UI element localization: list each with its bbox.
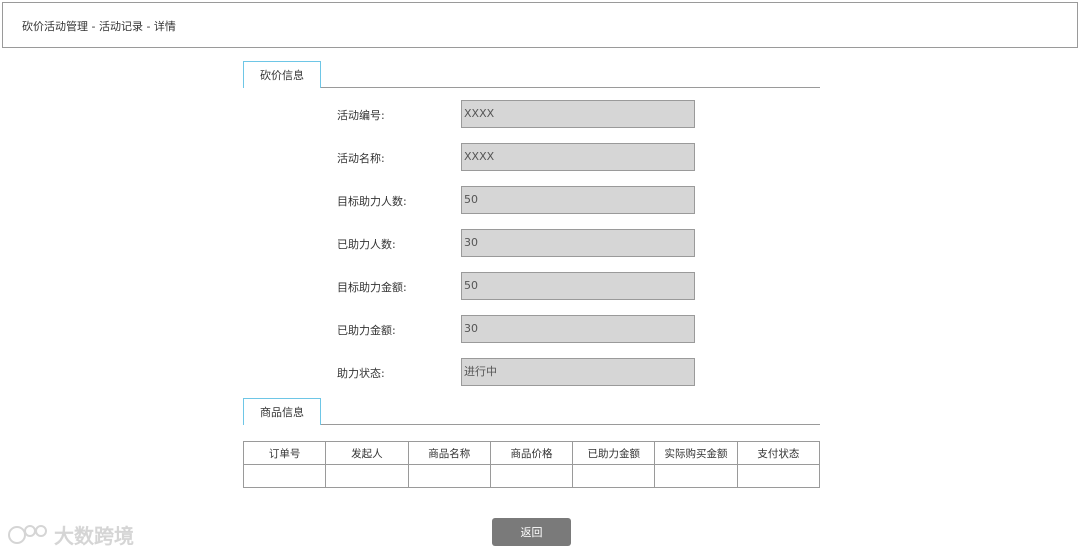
watermark: 大数跨境 bbox=[8, 520, 134, 549]
form-label: 已助力金额: bbox=[337, 324, 396, 337]
help-status-field[interactable]: 进行中 bbox=[461, 358, 695, 386]
table-cell bbox=[325, 464, 409, 488]
section-divider bbox=[321, 87, 820, 88]
form-row-target-helpers: 目标助力人数: 50 bbox=[337, 186, 697, 214]
form-label: 目标助力人数: bbox=[337, 195, 407, 208]
form-row-activity-name: 活动名称: XXXX bbox=[337, 143, 697, 171]
form-label: 活动编号: bbox=[337, 109, 385, 122]
form-label: 目标助力金额: bbox=[337, 281, 407, 294]
detail-page: 砍价活动管理 - 活动记录 - 详情 砍价信息 活动编号: XXXX 活动名称:… bbox=[0, 0, 1080, 557]
activity-id-field[interactable]: XXXX bbox=[461, 100, 695, 128]
watermark-text: 大数跨境 bbox=[54, 524, 134, 548]
table-cell bbox=[242, 464, 327, 488]
table-row bbox=[242, 464, 821, 488]
form-label: 已助力人数: bbox=[337, 238, 396, 251]
order-table: 订单号 发起人 商品名称 商品价格 已助力金额 实际购买金额 支付状态 bbox=[242, 441, 821, 488]
column-header-product-price: 商品价格 bbox=[489, 441, 574, 465]
breadcrumb-bar: 砍价活动管理 - 活动记录 - 详情 bbox=[2, 2, 1078, 48]
helped-count-field[interactable]: 30 bbox=[461, 229, 695, 257]
column-header-helped-amount: 已助力金额 bbox=[572, 441, 656, 465]
column-header-actual-amount: 实际购买金额 bbox=[654, 441, 738, 465]
breadcrumb: 砍价活动管理 - 活动记录 - 详情 bbox=[22, 20, 176, 33]
form-row-target-amount: 目标助力金额: 50 bbox=[337, 272, 697, 300]
watermark-logo-icon bbox=[8, 524, 47, 544]
target-amount-field[interactable]: 50 bbox=[461, 272, 695, 300]
form-row-help-status: 助力状态: 进行中 bbox=[337, 358, 697, 386]
section-tab-product-info: 商品信息 bbox=[243, 398, 321, 425]
form-label: 助力状态: bbox=[337, 367, 385, 380]
helped-amount-field[interactable]: 30 bbox=[461, 315, 695, 343]
table-cell bbox=[736, 464, 821, 488]
form-row-activity-id: 活动编号: XXXX bbox=[337, 100, 697, 128]
section-tab-bargain-info: 砍价信息 bbox=[243, 61, 321, 88]
column-header-order-no: 订单号 bbox=[242, 441, 327, 465]
table-cell bbox=[489, 464, 574, 488]
activity-name-field[interactable]: XXXX bbox=[461, 143, 695, 171]
table-header-row: 订单号 发起人 商品名称 商品价格 已助力金额 实际购买金额 支付状态 bbox=[242, 441, 821, 465]
column-header-initiator: 发起人 bbox=[325, 441, 409, 465]
table-cell bbox=[654, 464, 738, 488]
form-label: 活动名称: bbox=[337, 152, 385, 165]
form-row-helped-count: 已助力人数: 30 bbox=[337, 229, 697, 257]
table-cell bbox=[407, 464, 491, 488]
section-divider bbox=[321, 424, 820, 425]
back-button[interactable]: 返回 bbox=[492, 518, 571, 546]
form-row-helped-amount: 已助力金额: 30 bbox=[337, 315, 697, 343]
column-header-payment-status: 支付状态 bbox=[736, 441, 821, 465]
target-helpers-field[interactable]: 50 bbox=[461, 186, 695, 214]
table-cell bbox=[572, 464, 656, 488]
column-header-product-name: 商品名称 bbox=[407, 441, 491, 465]
